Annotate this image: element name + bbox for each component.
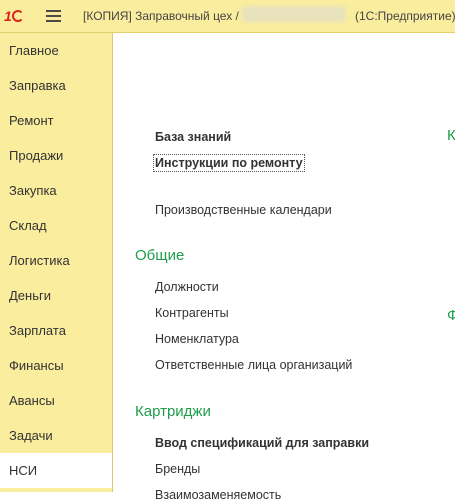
sidebar-item-warehouse[interactable]: Склад <box>0 208 112 243</box>
sidebar-item-tasks[interactable]: Задачи <box>0 418 112 453</box>
sidebar-item-logistics[interactable]: Логистика <box>0 243 112 278</box>
menu-icon[interactable] <box>46 10 61 22</box>
sidebar-item-nsi[interactable]: НСИ <box>0 453 112 488</box>
general-heading: Общие <box>135 247 185 264</box>
brands-link[interactable]: Бренды <box>155 462 200 476</box>
cartridges-heading: Картриджи <box>135 403 211 420</box>
sidebar-item-money[interactable]: Деньги <box>0 278 112 313</box>
1c-logo[interactable]: 1 <box>4 8 38 25</box>
sidebar-item-main[interactable]: Главное <box>0 33 112 68</box>
sidebar-item-advances[interactable]: Авансы <box>0 383 112 418</box>
redacted-field <box>242 6 346 22</box>
window-title: [КОПИЯ] Заправочный цех / <box>83 9 239 23</box>
app-name: (1С:Предприятие) <box>355 9 455 23</box>
counterparties-link[interactable]: Контрагенты <box>155 306 229 320</box>
nomenclature-link[interactable]: Номенклатура <box>155 332 239 346</box>
refill-specs-link[interactable]: Ввод спецификаций для заправки <box>155 436 369 450</box>
knowledge-base-title: База знаний <box>155 130 232 144</box>
right-column-heading-2: Ф <box>447 307 455 324</box>
title-bar: 1 [КОПИЯ] Заправочный цех / (1С:Предприя… <box>0 0 455 33</box>
section-content: База знаний Инструкции по ремонту Произв… <box>113 33 455 502</box>
repair-instructions-link[interactable]: Инструкции по ремонту <box>153 154 305 172</box>
interchangeability-link[interactable]: Взаимозаменяемость <box>155 488 281 502</box>
production-calendars-link[interactable]: Производственные календари <box>155 203 332 217</box>
sidebar-item-refill[interactable]: Заправка <box>0 68 112 103</box>
sidebar-item-finance[interactable]: Финансы <box>0 348 112 383</box>
sidebar-item-salary[interactable]: Зарплата <box>0 313 112 348</box>
sidebar-item-repair[interactable]: Ремонт <box>0 103 112 138</box>
positions-link[interactable]: Должности <box>155 280 219 294</box>
sidebar-item-purchases[interactable]: Закупка <box>0 173 112 208</box>
responsible-persons-link[interactable]: Ответственные лица организаций <box>155 358 352 372</box>
right-column-heading-1: К <box>447 127 455 144</box>
sections-sidebar: Главное Заправка Ремонт Продажи Закупка … <box>0 33 113 492</box>
sidebar-item-sales[interactable]: Продажи <box>0 138 112 173</box>
